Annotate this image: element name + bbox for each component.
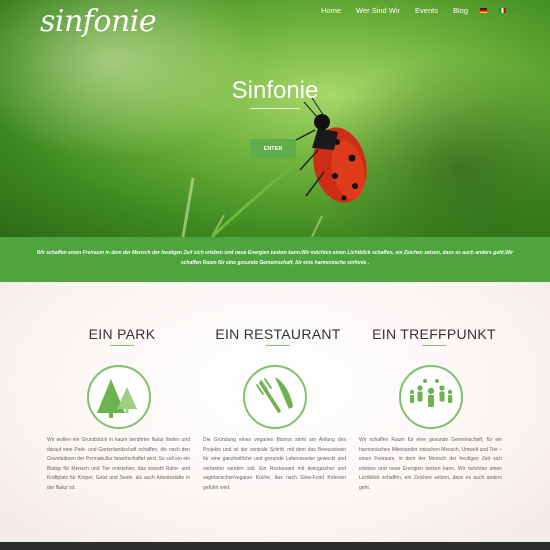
feature-divider [266, 345, 290, 346]
hero-section: sinfonie Home Wer Sind Wir Events Blog S… [0, 0, 550, 237]
feature-divider [110, 345, 134, 346]
cutlery-icon [243, 365, 307, 429]
nav-blog[interactable]: Blog [453, 6, 468, 15]
german-flag-icon[interactable] [480, 8, 487, 13]
intro-text: Wir schaffen einen Freiraum in dem der M… [36, 250, 514, 266]
trees-icon [87, 365, 151, 429]
nav-home[interactable]: Home [321, 6, 341, 15]
feature-text: Wir schaffen Raum für eine gesunde Gemei… [359, 437, 502, 491]
people-icon [399, 365, 463, 429]
feature-title: EIN PARK [88, 326, 156, 342]
feature-divider [422, 345, 446, 346]
nav-wer-sind-wir[interactable]: Wer Sind Wir [356, 6, 400, 15]
logo[interactable]: sinfonie [40, 4, 157, 39]
footer [0, 542, 550, 550]
nav-events[interactable]: Events [415, 6, 438, 15]
main-nav: Home Wer Sind Wir Events Blog [306, 6, 506, 15]
hero-title: Sinfonie [231, 77, 319, 104]
intro-band: Wir schaffen einen Freiraum in dem der M… [0, 237, 550, 282]
italian-flag-icon[interactable] [499, 8, 506, 13]
feature-text: Wir wollen ein Grundstück in kaum berühr… [47, 437, 190, 491]
features-section: EIN PARK Wir wollen ein Grundstück in ka… [0, 282, 550, 542]
feature-title: EIN TREFFPUNKT [372, 326, 496, 342]
enter-button[interactable]: ENTER [250, 139, 296, 158]
hero-divider [250, 108, 300, 109]
feature-text: Die Gründung eines veganen Bistros steht… [203, 437, 346, 491]
feature-title: EIN RESTAURANT [215, 326, 341, 342]
